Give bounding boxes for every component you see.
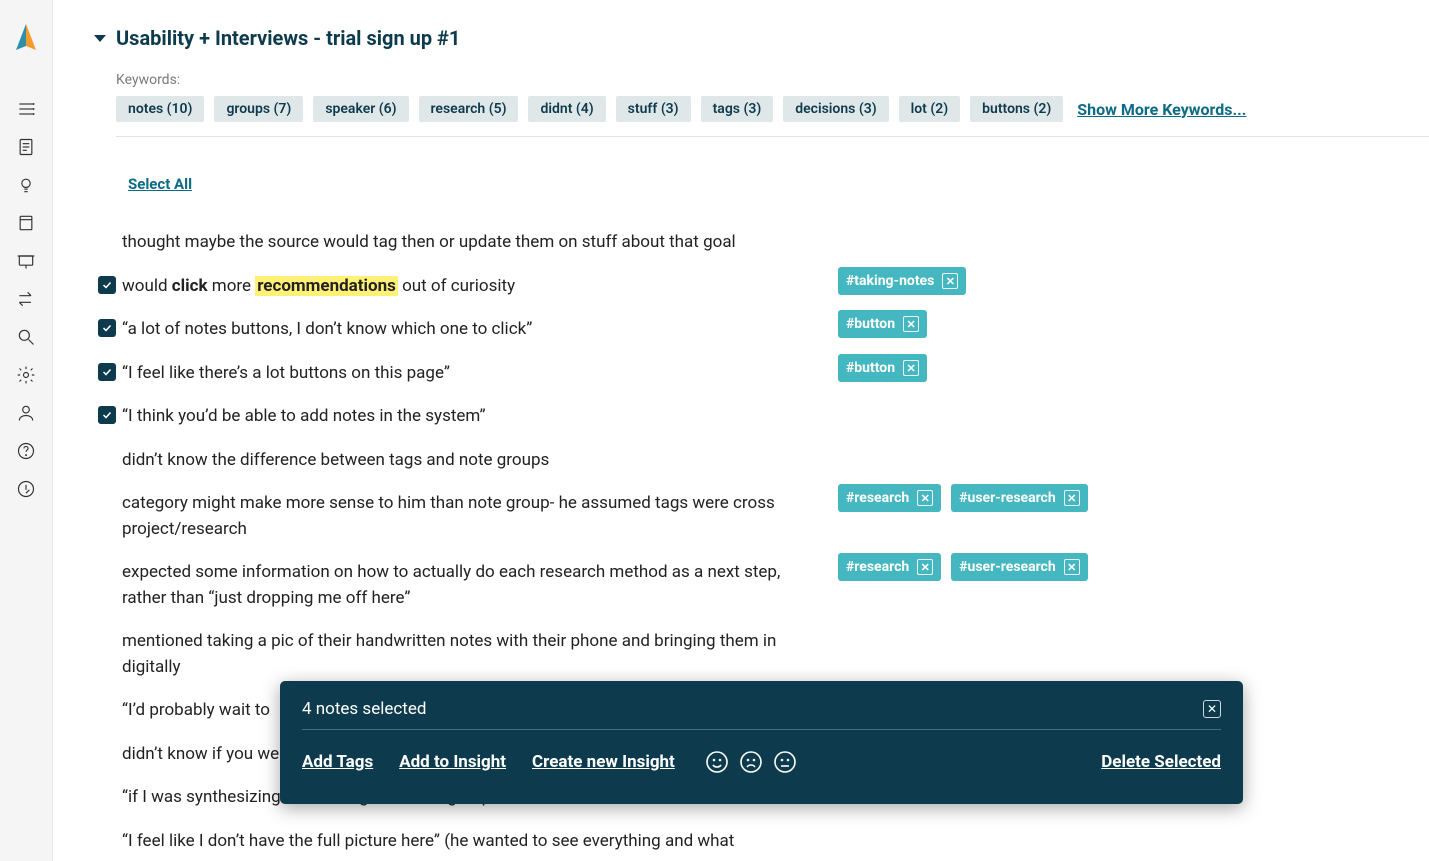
note-text[interactable]: “I think you’d be able to add notes in t… (122, 404, 496, 430)
note-tag-group: #button✕ (838, 310, 927, 338)
keyword-chip[interactable]: decisions (3) (783, 96, 888, 122)
tag-remove-icon[interactable]: ✕ (903, 360, 919, 376)
tag-chip[interactable]: #button✕ (838, 354, 927, 382)
nav-help-icon[interactable] (15, 440, 37, 462)
project-title: Usability + Interviews - trial sign up #… (116, 26, 460, 50)
show-more-keywords-link[interactable]: Show More Keywords... (1077, 100, 1246, 119)
keyword-chip[interactable]: research (5) (419, 96, 519, 122)
nav-transfer-icon[interactable] (15, 288, 37, 310)
keyword-chip[interactable]: groups (7) (214, 96, 303, 122)
note-row: expected some information on how to actu… (92, 551, 792, 620)
note-tag-group: #research✕ #user-research✕ (838, 484, 1088, 512)
tag-chip[interactable]: #user-research✕ (951, 484, 1087, 512)
note-text[interactable]: thought maybe the source would tag then … (122, 230, 746, 256)
nav-present-icon[interactable] (15, 250, 37, 272)
keyword-chip[interactable]: buttons (2) (970, 96, 1063, 122)
sentiment-happy-icon[interactable] (705, 750, 729, 774)
note-checkbox[interactable] (98, 363, 116, 381)
keyword-chip[interactable]: lot (2) (899, 96, 961, 122)
note-text[interactable]: didn’t know if you we (122, 742, 289, 768)
tag-remove-icon[interactable]: ✕ (1064, 490, 1080, 506)
keyword-chip[interactable]: notes (10) (116, 96, 204, 122)
close-icon[interactable]: ✕ (1203, 700, 1221, 718)
note-checkbox[interactable] (98, 319, 116, 337)
tag-chip[interactable]: #button✕ (838, 310, 927, 338)
nav-notes-icon[interactable] (15, 136, 37, 158)
note-checkbox[interactable] (98, 406, 116, 424)
add-tags-button[interactable]: Add Tags (302, 752, 373, 772)
nav-insights-icon[interactable] (15, 174, 37, 196)
nav-user-icon[interactable] (15, 402, 37, 424)
note-row: mentioned taking a pic of their handwrit… (92, 620, 792, 689)
note-text[interactable]: “I’d probably wait to (122, 698, 280, 724)
note-row: thought maybe the source would tag then … (92, 221, 792, 265)
tag-chip[interactable]: #research✕ (838, 484, 941, 512)
keyword-chip[interactable]: didnt (4) (528, 96, 605, 122)
sentiment-neutral-icon[interactable] (773, 750, 797, 774)
note-text[interactable]: didn’t know the difference between tags … (122, 448, 559, 474)
note-text[interactable]: would click more recommendations out of … (122, 274, 525, 300)
tag-chip[interactable]: #research✕ (838, 553, 941, 581)
keyword-chip[interactable]: speaker (6) (313, 96, 408, 122)
note-text[interactable]: expected some information on how to actu… (122, 560, 792, 611)
left-nav-rail (0, 0, 53, 861)
nav-book-icon[interactable] (15, 212, 37, 234)
selection-toolbar: 4 notes selected ✕ Add Tags Add to Insig… (280, 681, 1243, 804)
nav-settings-icon[interactable] (15, 364, 37, 386)
note-tag-group: #button✕ (838, 354, 927, 382)
add-to-insight-button[interactable]: Add to Insight (399, 752, 506, 772)
app-logo (12, 22, 40, 56)
note-row: category might make more sense to him th… (92, 482, 792, 551)
note-text[interactable]: “a lot of notes buttons, I don’t know wh… (122, 317, 542, 343)
tag-chip[interactable]: #taking-notes✕ (838, 267, 966, 295)
sentiment-sad-icon[interactable] (739, 750, 763, 774)
keyword-chip[interactable]: tags (3) (701, 96, 774, 122)
note-row: “I feel like there’s a lot buttons on th… (92, 352, 792, 396)
nav-menu-icon[interactable] (15, 98, 37, 120)
note-text[interactable]: “I feel like there’s a lot buttons on th… (122, 361, 460, 387)
divider (116, 136, 1429, 137)
tag-remove-icon[interactable]: ✕ (942, 273, 958, 289)
tag-remove-icon[interactable]: ✕ (917, 490, 933, 506)
note-row: “a lot of notes buttons, I don’t know wh… (92, 308, 792, 352)
tag-remove-icon[interactable]: ✕ (1064, 559, 1080, 575)
note-text[interactable]: “I feel like I don’t have the full pictu… (122, 829, 744, 855)
tag-remove-icon[interactable]: ✕ (917, 559, 933, 575)
tag-chip[interactable]: #user-research✕ (951, 553, 1087, 581)
note-tag-group: #research✕ #user-research✕ (838, 553, 1088, 581)
tag-remove-icon[interactable]: ✕ (903, 316, 919, 332)
note-tag-group: #taking-notes✕ (838, 267, 966, 295)
keyword-chip[interactable]: stuff (3) (616, 96, 691, 122)
select-all-link[interactable]: Select All (128, 175, 192, 193)
keywords-row: notes (10) groups (7) speaker (6) research … (116, 96, 1429, 122)
note-row: would click more recommendations out of … (92, 265, 792, 309)
note-row: “I feel like I don’t have the full pictu… (92, 820, 792, 861)
note-text[interactable]: category might make more sense to him th… (122, 491, 792, 542)
note-row: “I think you’d be able to add notes in t… (92, 395, 792, 439)
note-row: didn’t know the difference between tags … (92, 439, 792, 483)
collapse-caret-icon[interactable] (94, 35, 106, 42)
keywords-label: Keywords: (116, 72, 1429, 88)
delete-selected-button[interactable]: Delete Selected (1101, 752, 1221, 772)
note-checkbox[interactable] (98, 276, 116, 294)
selection-count: 4 notes selected (302, 699, 426, 719)
note-text[interactable]: mentioned taking a pic of their handwrit… (122, 629, 792, 680)
create-insight-button[interactable]: Create new Insight (532, 752, 675, 772)
nav-search-icon[interactable] (15, 326, 37, 348)
nav-logout-icon[interactable] (15, 478, 37, 500)
